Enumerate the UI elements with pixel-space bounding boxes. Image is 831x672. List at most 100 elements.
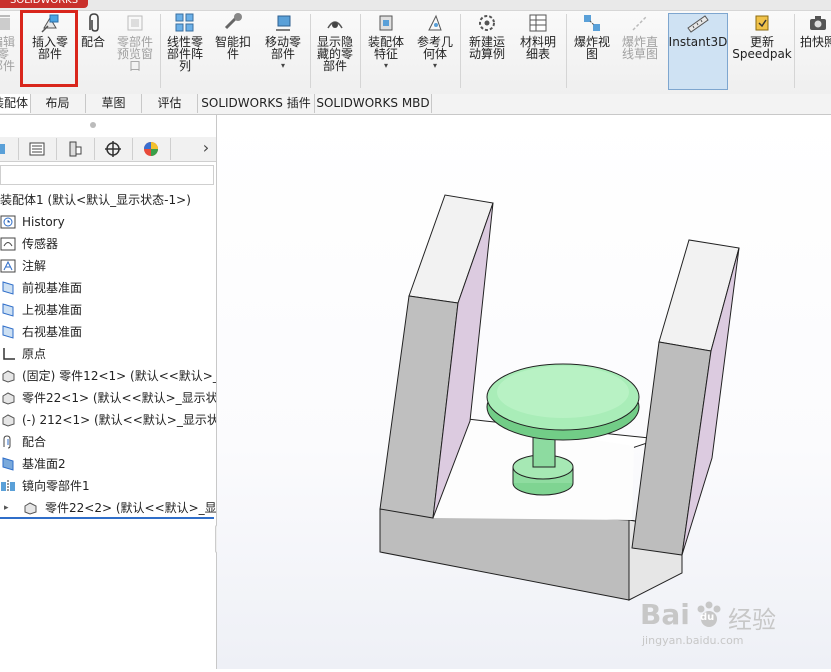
tab-layout[interactable]: 布局 [30, 94, 86, 113]
linear-pattern-icon [172, 12, 198, 34]
tree-item-part22-1[interactable]: 零件22<1> (默认<<默认>_显示状态 [0, 387, 216, 409]
brand-logo: SOLIDWORKS [0, 0, 89, 8]
tree-item-plane2[interactable]: 基准面2 [0, 453, 216, 475]
smart-fasteners-button[interactable]: 智能扣 件 [210, 12, 256, 90]
property-manager-tab[interactable] [18, 138, 57, 160]
show-hidden-components-button[interactable]: 显示隐 藏的零 部件 [312, 12, 358, 90]
knob-cap-highlight [497, 366, 629, 418]
configuration-manager-tab[interactable] [56, 138, 95, 160]
feature-manager-panel: › 装配体1 (默认<默认_显示状态-1>) History 传感器 注解 前视… [0, 115, 223, 669]
history-icon [0, 215, 16, 229]
reference-geometry-button[interactable]: 参考几 何体 ▾ [412, 12, 458, 90]
component-preview-button[interactable]: 零部件 预览窗 口 [112, 12, 158, 90]
feature-tree-icon [0, 144, 5, 154]
title-strip [0, 0, 831, 11]
ribbon-separator [310, 14, 311, 88]
part-icon [2, 370, 15, 383]
appearance-ball-icon [144, 142, 158, 156]
plane-icon [2, 325, 14, 339]
part-icon [2, 392, 15, 405]
exploded-view-icon [579, 12, 605, 34]
tree-item-part12-1[interactable]: (固定) 零件12<1> (默认<<默认>_显示状态 [0, 365, 216, 387]
rollback-bar[interactable] [0, 517, 214, 519]
feature-manager-tab[interactable] [0, 138, 19, 160]
feature-tree: 装配体1 (默认<默认_显示状态-1>) History 传感器 注解 前视基准… [0, 189, 216, 519]
speedpak-icon [749, 12, 775, 34]
explode-line-icon [627, 12, 653, 34]
ribbon-separator [566, 14, 567, 88]
command-manager-tabs: 装配体 布局 草图 评估 SOLIDWORKS 插件 SOLIDWORKS MB… [0, 94, 831, 115]
tree-item-mates[interactable]: 配合 [0, 431, 216, 453]
graphics-viewport[interactable] [217, 115, 831, 669]
assembly-3d-model[interactable] [217, 115, 831, 669]
explode-line-sketch-button[interactable]: 爆炸直 线草图 [616, 12, 664, 90]
dropdown-arrow-icon: ▾ [432, 61, 437, 70]
mate-paperclip-icon [80, 12, 106, 34]
mate-icon [3, 435, 11, 449]
base-plate-front [379, 508, 630, 601]
tab-assembly[interactable]: 装配体 [0, 94, 31, 113]
panel-tabs-more-arrow-icon[interactable]: › [198, 137, 214, 159]
panel-grip[interactable] [90, 122, 96, 128]
take-snapshot-button[interactable]: 拍快照 [796, 12, 831, 90]
tree-item-front-plane[interactable]: 前视基准面 [0, 277, 216, 299]
dropdown-arrow-icon: ▾ [383, 61, 388, 70]
tab-solidworks-addins[interactable]: SOLIDWORKS 插件 [198, 94, 315, 113]
plane-icon [2, 457, 14, 471]
bom-table-icon [525, 12, 551, 34]
watermark-cn: 经验 [728, 606, 776, 634]
tree-item-top-plane[interactable]: 上视基准面 [0, 299, 216, 321]
ribbon-separator [460, 14, 461, 88]
linear-component-pattern-button[interactable]: 线性零 部件阵 列 [162, 12, 208, 90]
new-motion-study-button[interactable]: 新建运 动算例 [464, 12, 510, 90]
baidu-jingyan-watermark: Bai du 经验 jingyan.baidu.com [640, 598, 820, 658]
panel-tabs: › [0, 137, 216, 162]
move-component-button[interactable]: 移动零 部件 ▾ [258, 12, 308, 90]
camera-icon [805, 12, 831, 34]
configuration-manager-icon [69, 141, 82, 157]
tree-item-right-plane[interactable]: 右视基准面 [0, 321, 216, 343]
mirror-component-icon [1, 480, 15, 492]
expand-arrow-icon[interactable]: ▸ [4, 497, 9, 519]
tree-filter-field[interactable] [0, 165, 214, 185]
property-manager-icon [29, 142, 45, 156]
display-manager-tab[interactable] [132, 138, 171, 160]
bill-of-materials-button[interactable]: 材料明 细表 [514, 12, 562, 90]
tab-evaluate[interactable]: 评估 [142, 94, 198, 113]
tab-sketch[interactable]: 草图 [86, 94, 142, 113]
instant3d-toggle[interactable]: Instant3D [668, 12, 728, 90]
dimxpert-manager-tab[interactable] [94, 138, 133, 160]
edit-component-button[interactable]: 编辑零 部件 [0, 12, 20, 90]
ribbon-separator [160, 14, 161, 88]
exploded-view-button[interactable]: 爆炸视 图 [568, 12, 616, 90]
insert-component-highlight-box [20, 10, 78, 87]
show-hidden-icon [322, 12, 348, 34]
plane-icon [2, 303, 14, 317]
tree-item-annotations[interactable]: 注解 [0, 255, 216, 277]
assembly-features-button[interactable]: 装配体 特征 ▾ [362, 12, 410, 90]
smart-fastener-icon [220, 12, 246, 34]
watermark-brand: Bai [640, 598, 690, 631]
ribbon-separator [360, 14, 361, 88]
tree-item-part22-2[interactable]: ▸ 零件22<2> (默认<<默认>_显示状态 [0, 497, 216, 519]
instant3d-ruler-icon [685, 12, 711, 34]
tab-solidworks-mbd[interactable]: SOLIDWORKS MBD [315, 94, 432, 113]
plane-icon [2, 281, 14, 295]
tree-item-sensors[interactable]: 传感器 [0, 233, 216, 255]
tree-root-assembly[interactable]: 装配体1 (默认<默认_显示状态-1>) [0, 189, 216, 211]
watermark-url: jingyan.baidu.com [642, 634, 744, 647]
tree-item-mirror-component1[interactable]: 镜向零部件1 [0, 475, 216, 497]
crosshair-icon [105, 141, 121, 157]
reference-geometry-icon [422, 12, 448, 34]
tree-item-origin[interactable]: 原点 [0, 343, 216, 365]
mate-button[interactable]: 配合 [78, 12, 108, 90]
tree-item-part212-1[interactable]: (-) 212<1> (默认<<默认>_显示状态 [0, 409, 216, 431]
dropdown-arrow-icon: ▾ [280, 61, 285, 70]
update-speedpak-button[interactable]: 更新 Speedpak [732, 12, 792, 90]
motion-study-gear-icon [474, 12, 500, 34]
part-icon [24, 502, 37, 515]
move-component-icon [270, 12, 296, 34]
tree-item-history[interactable]: History [0, 211, 216, 233]
sensor-icon [0, 237, 16, 251]
annotation-icon [0, 259, 16, 273]
